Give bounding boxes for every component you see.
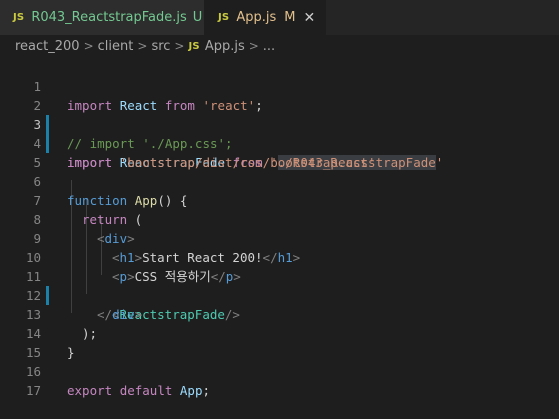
code-line-12: 12 </div> (0, 267, 559, 322)
code-line-3: 3 import ReactstrapFade from './R043_Rea… (0, 96, 559, 170)
code-line-14: 14 } (0, 305, 559, 360)
untracked-status-badge: U (192, 10, 203, 25)
code-line-10: 10 <p>CSS 적용하기</p> (0, 229, 559, 284)
javascript-file-icon: JS (13, 12, 25, 23)
code-line-13: 13 ); (0, 286, 559, 341)
code-editor[interactable]: 1 import React from 'react'; 2 // import… (0, 58, 559, 409)
line-number: 17 (25, 383, 41, 398)
breadcrumb-item-app-js[interactable]: App.js (205, 39, 245, 54)
tab-app-js[interactable]: JS App.js M ✕ (204, 0, 326, 35)
breadcrumb-item-symbol[interactable]: ... (263, 39, 275, 54)
chevron-right-icon: > (137, 39, 148, 53)
javascript-file-icon: JS (218, 12, 230, 23)
chevron-right-icon: > (83, 39, 94, 53)
breadcrumb-item-src[interactable]: src (151, 39, 170, 54)
breadcrumb: react_200 > client > src > JS App.js > .… (0, 35, 559, 57)
breadcrumb-item-react-200[interactable]: react_200 (15, 39, 80, 54)
close-icon[interactable]: ✕ (303, 10, 315, 26)
chevron-right-icon: > (174, 39, 185, 53)
code-line-4: 4 import 'bootstrap/dist/css/bootstrap.c… (0, 115, 559, 170)
code-line-11: 11 <ReactstrapFade/> (0, 248, 559, 322)
code-line-17: 17 (0, 362, 559, 398)
breadcrumb-item-client[interactable]: client (98, 39, 134, 54)
modified-status-badge: M (284, 10, 296, 25)
code-line-15: 15 (0, 324, 559, 360)
code-line-6: 6 function App() { (0, 153, 559, 208)
chevron-right-icon: > (248, 39, 259, 53)
code-line-16: 16 export default App; (0, 343, 559, 398)
code-line-7: 7 return ( (0, 172, 559, 227)
code-line-2: 2 // import './App.css'; (0, 77, 559, 151)
code-line-9: 9 <h1>Start React 200!</h1> (0, 210, 559, 265)
code-line-1: 1 import React from 'react'; (0, 58, 559, 113)
tab-r043-reactstrapfade[interactable]: JS R043_ReactstrapFade.js U (0, 0, 204, 35)
code-line-5: 5 (0, 134, 559, 170)
tab-label: App.js (236, 10, 277, 25)
code-line-8: 8 <div> (0, 191, 559, 246)
tab-label: R043_ReactstrapFade.js (31, 10, 187, 25)
javascript-file-icon: JS (188, 40, 200, 52)
editor-tab-bar: JS R043_ReactstrapFade.js U JS App.js M … (0, 0, 559, 35)
